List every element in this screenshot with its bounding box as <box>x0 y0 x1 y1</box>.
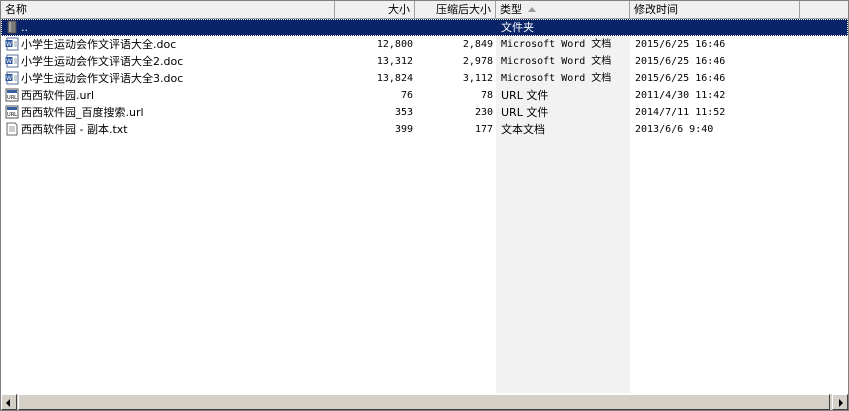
file-size-cell: 399 <box>394 124 413 135</box>
column-header-type[interactable]: 类型 <box>496 1 630 18</box>
horizontal-scrollbar[interactable] <box>1 393 848 410</box>
file-name: 小学生运动会作文评语大全2.doc <box>21 55 184 68</box>
url-shortcut-icon: URL <box>5 105 19 119</box>
modified-time-cell <box>635 19 795 36</box>
file-name-cell: W 小学生运动会作文评语大全.doc <box>5 36 333 53</box>
folder-up-icon <box>5 20 19 34</box>
file-name-cell: URL 西西软件园_百度搜索.url <box>5 104 333 121</box>
file-type-cell: Microsoft Word 文档 <box>501 73 612 84</box>
archive-file-list: 名称 大小 压缩后大小 类型 修改时间 .. 文件夹 W 小学生运动会作文评语大全.d… <box>0 0 849 411</box>
svg-text:URL: URL <box>7 95 17 101</box>
file-name: 小学生运动会作文评语大全3.doc <box>21 72 184 85</box>
file-name: 西西软件园 - 副本.txt <box>21 123 128 136</box>
file-row[interactable]: 西西软件园 - 副本.txt 399 177 文本文档 2013/6/6 9:40 <box>1 121 848 138</box>
modified-time-cell: 2015/6/25 16:46 <box>635 39 726 50</box>
column-header-modified-label: 修改时间 <box>634 3 678 16</box>
file-name: 西西软件园_百度搜索.url <box>21 106 144 119</box>
file-row[interactable]: W 小学生运动会作文评语大全2.doc 13,312 2,978 Microsoft W… <box>1 53 848 70</box>
modified-time-cell: 2013/6/6 9:40 <box>635 124 714 135</box>
file-size-cell: 12,800 <box>376 39 413 50</box>
file-size-cell: 353 <box>394 107 413 118</box>
modified-time-cell: 2011/4/30 11:42 <box>635 90 726 101</box>
file-type-cell: URL 文件 <box>501 89 549 102</box>
file-type-cell: Microsoft Word 文档 <box>501 56 612 67</box>
file-type-cell: 文本文档 <box>501 123 545 136</box>
sort-ascending-icon <box>528 6 536 12</box>
packed-size-cell: 230 <box>474 107 493 118</box>
word-doc-icon: W <box>5 71 19 85</box>
file-name-cell: W 小学生运动会作文评语大全2.doc <box>5 53 333 70</box>
column-header-name-label: 名称 <box>5 3 27 16</box>
column-header-type-label: 类型 <box>500 3 522 16</box>
svg-text:W: W <box>6 75 12 82</box>
packed-size-cell: 2,978 <box>462 56 493 67</box>
file-row[interactable]: W 小学生运动会作文评语大全3.doc 13,824 3,112 Microsoft W… <box>1 70 848 87</box>
svg-text:W: W <box>6 41 12 48</box>
file-size-cell: 76 <box>400 90 413 101</box>
file-name: .. <box>21 21 28 34</box>
file-row[interactable]: W 小学生运动会作文评语大全.doc 12,800 2,849 Microsoft Wo… <box>1 36 848 53</box>
modified-time-cell: 2015/6/25 16:46 <box>635 73 726 84</box>
file-type-cell: 文件夹 <box>501 21 534 34</box>
column-header-size[interactable]: 大小 <box>335 1 415 18</box>
file-row[interactable]: URL 西西软件园.url 76 78 URL 文件 2011/4/30 11:42 <box>1 87 848 104</box>
scroll-thumb[interactable] <box>18 394 830 410</box>
file-size-cell <box>335 19 413 36</box>
file-name: 西西软件园.url <box>21 89 95 102</box>
file-name-cell: .. <box>5 19 333 36</box>
file-rows: .. 文件夹 W 小学生运动会作文评语大全.doc 12,800 2,849 Microso… <box>1 19 848 138</box>
column-header-bar: 名称 大小 压缩后大小 类型 修改时间 <box>1 1 848 19</box>
scroll-left-button[interactable] <box>1 394 17 410</box>
file-name-cell: W 小学生运动会作文评语大全3.doc <box>5 70 333 87</box>
arrow-right-icon <box>839 399 843 407</box>
modified-time-cell: 2014/7/11 11:52 <box>635 107 726 118</box>
column-header-size-label: 大小 <box>388 3 410 16</box>
column-header-filler <box>800 1 848 18</box>
file-type-cell: URL 文件 <box>501 106 549 119</box>
file-row[interactable]: URL 西西软件园_百度搜索.url 353 230 URL 文件 2014/7/11 1… <box>1 104 848 121</box>
file-row[interactable]: .. 文件夹 <box>1 19 848 36</box>
file-name-cell: 西西软件园 - 副本.txt <box>5 121 333 138</box>
modified-time-cell: 2015/6/25 16:46 <box>635 56 726 67</box>
column-header-name[interactable]: 名称 <box>1 1 335 18</box>
packed-size-cell: 2,849 <box>462 39 493 50</box>
word-doc-icon: W <box>5 54 19 68</box>
svg-text:URL: URL <box>7 112 17 118</box>
arrow-left-icon <box>6 399 10 407</box>
column-header-modified[interactable]: 修改时间 <box>630 1 800 18</box>
packed-size-cell: 3,112 <box>462 73 493 84</box>
url-shortcut-icon: URL <box>5 88 19 102</box>
file-name: 小学生运动会作文评语大全.doc <box>21 38 177 51</box>
file-size-cell: 13,312 <box>376 56 413 67</box>
column-header-packed-label: 压缩后大小 <box>436 3 491 16</box>
word-doc-icon: W <box>5 37 19 51</box>
svg-text:W: W <box>6 58 12 65</box>
packed-size-cell: 177 <box>474 124 493 135</box>
column-header-packed[interactable]: 压缩后大小 <box>415 1 496 18</box>
packed-size-cell: 78 <box>480 90 493 101</box>
file-size-cell: 13,824 <box>376 73 413 84</box>
packed-size-cell <box>415 19 493 36</box>
file-name-cell: URL 西西软件园.url <box>5 87 333 104</box>
text-file-icon <box>5 122 19 136</box>
file-type-cell: Microsoft Word 文档 <box>501 39 612 50</box>
scroll-right-button[interactable] <box>832 394 848 410</box>
